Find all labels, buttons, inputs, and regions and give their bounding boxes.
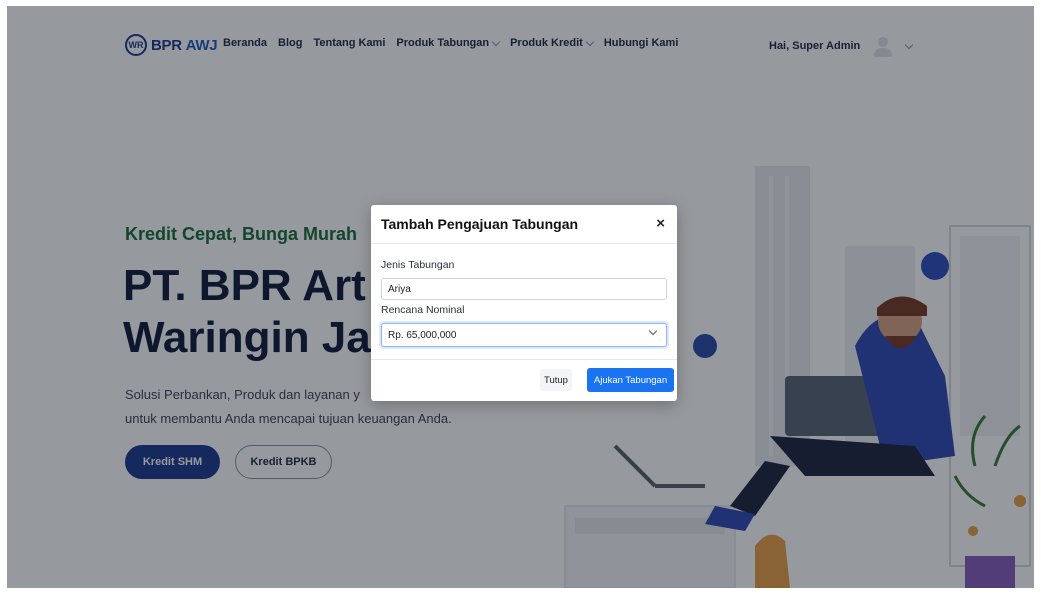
rencana-nominal-label: Rencana Nominal bbox=[381, 304, 465, 316]
modal-tambah-pengajuan-tabungan: Tambah Pengajuan Tabungan × Jenis Tabung… bbox=[371, 205, 677, 401]
modal-header: Tambah Pengajuan Tabungan × bbox=[371, 205, 677, 244]
browser-viewport: WR BPR AWJ Beranda Blog Tentang Kami Pro… bbox=[7, 6, 1034, 588]
rencana-nominal-select[interactable]: Rp. 65,000,000 bbox=[381, 323, 667, 347]
rencana-nominal-value: Rp. 65,000,000 bbox=[388, 329, 457, 341]
jenis-tabungan-input[interactable]: Ariya bbox=[381, 278, 667, 300]
ajukan-tabungan-button[interactable]: Ajukan Tabungan bbox=[587, 368, 674, 392]
tutup-button[interactable]: Tutup bbox=[540, 369, 572, 391]
jenis-tabungan-label: Jenis Tabungan bbox=[381, 259, 455, 271]
close-icon[interactable]: × bbox=[656, 215, 665, 232]
chevron-down-icon bbox=[648, 326, 658, 336]
landing-page: WR BPR AWJ Beranda Blog Tentang Kami Pro… bbox=[7, 6, 1034, 588]
jenis-tabungan-value: Ariya bbox=[388, 283, 411, 295]
modal-title: Tambah Pengajuan Tabungan bbox=[381, 216, 579, 232]
